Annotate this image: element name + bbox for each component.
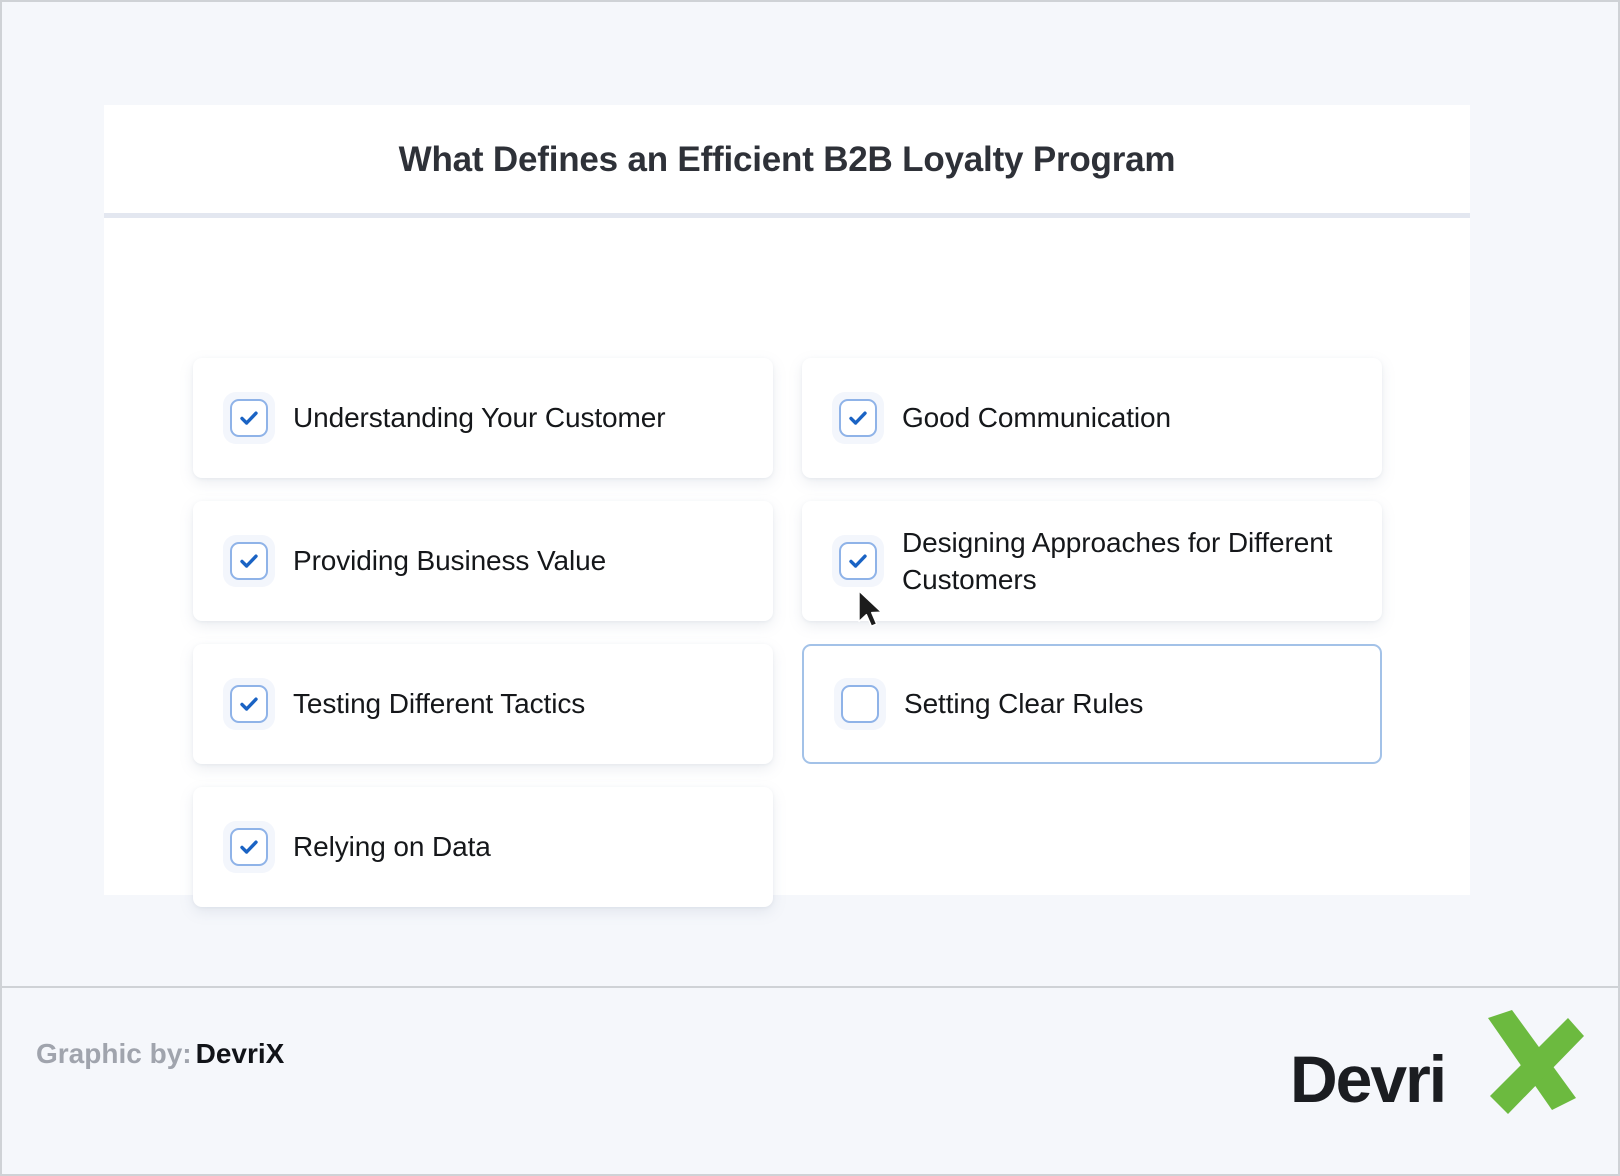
credit-prefix: Graphic by: <box>36 1038 192 1069</box>
checkbox-halo <box>832 392 884 444</box>
devrix-logo-x-mark <box>1472 1010 1584 1122</box>
checkbox-checked-icon[interactable] <box>230 399 268 437</box>
checkbox-halo <box>834 678 886 730</box>
credit-brand: DevriX <box>196 1038 285 1069</box>
checklist-item-understanding-your-customer[interactable]: Understanding Your Customer <box>193 358 773 478</box>
checklist-item-setting-clear-rules[interactable]: Setting Clear Rules <box>802 644 1382 764</box>
infographic-page: What Defines an Efficient B2B Loyalty Pr… <box>0 0 1620 1176</box>
checkbox-halo <box>223 535 275 587</box>
checkbox-checked-icon[interactable] <box>230 828 268 866</box>
checkbox-halo <box>223 678 275 730</box>
checklist-item-label: Providing Business Value <box>293 542 606 579</box>
checklist-item-label: Understanding Your Customer <box>293 399 665 436</box>
checklist-item-label: Good Communication <box>902 399 1171 436</box>
devrix-logo: Devri <box>1290 1010 1590 1120</box>
checkbox-checked-icon[interactable] <box>839 399 877 437</box>
checkbox-checked-icon[interactable] <box>230 685 268 723</box>
checklist-item-label: Designing Approaches for Different Custo… <box>902 524 1382 598</box>
checklist-item-label: Testing Different Tactics <box>293 685 585 722</box>
content-panel: What Defines an Efficient B2B Loyalty Pr… <box>104 105 1470 895</box>
checklist-item-label: Setting Clear Rules <box>904 685 1143 722</box>
page-title: What Defines an Efficient B2B Loyalty Pr… <box>104 105 1470 215</box>
checkbox-halo <box>223 821 275 873</box>
checklist-item-relying-on-data[interactable]: Relying on Data <box>193 787 773 907</box>
credit-line: Graphic by:DevriX <box>36 1038 284 1070</box>
checkbox-halo <box>832 535 884 587</box>
title-divider <box>104 213 1470 218</box>
checklist-item-label: Relying on Data <box>293 828 491 865</box>
checklist-item-designing-approaches-for-different-customers[interactable]: Designing Approaches for Different Custo… <box>802 501 1382 621</box>
checkbox-halo <box>223 392 275 444</box>
checklist-item-testing-different-tactics[interactable]: Testing Different Tactics <box>193 644 773 764</box>
checklist-item-good-communication[interactable]: Good Communication <box>802 358 1382 478</box>
footer: Graphic by:DevriX Devri <box>2 986 1618 1174</box>
checkbox-checked-icon[interactable] <box>839 542 877 580</box>
checkbox-unchecked-icon[interactable] <box>841 685 879 723</box>
devrix-logo-wordmark: Devri <box>1290 1046 1445 1112</box>
checkbox-checked-icon[interactable] <box>230 542 268 580</box>
checklist-item-providing-business-value[interactable]: Providing Business Value <box>193 501 773 621</box>
